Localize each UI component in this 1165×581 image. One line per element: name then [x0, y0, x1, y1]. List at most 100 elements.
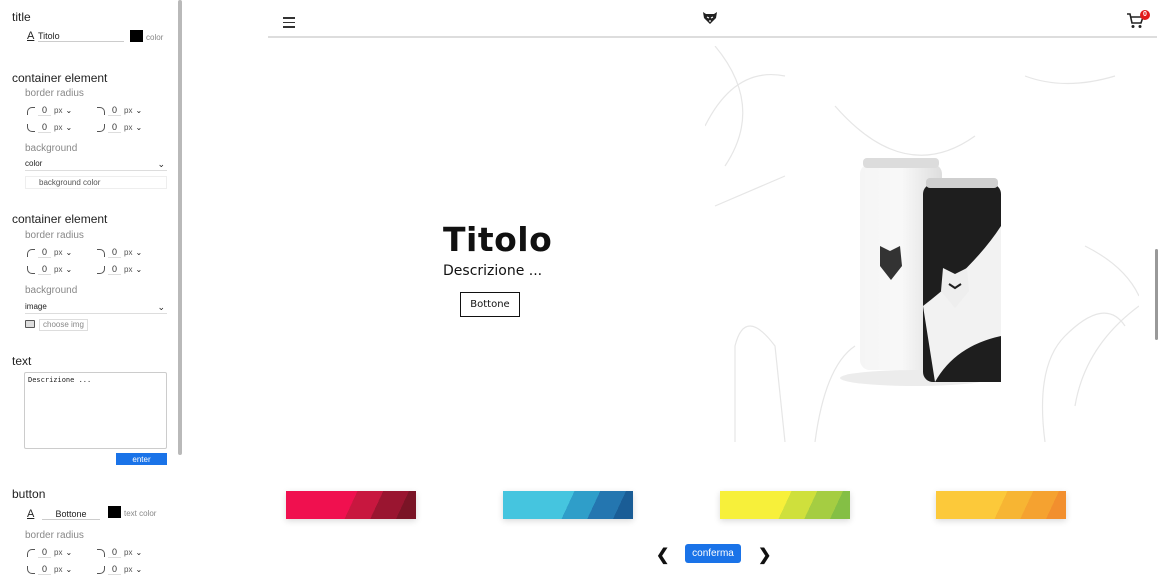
radius-top-right-input[interactable]: 0: [108, 105, 121, 116]
corner-bottom-left-icon: [27, 123, 35, 132]
border-radius-label: border radius: [25, 530, 84, 541]
main-scrollbar[interactable]: [1155, 249, 1158, 340]
font-icon[interactable]: A: [27, 30, 34, 42]
title-text-input[interactable]: Titolo: [38, 31, 124, 42]
border-radius-label: border radius: [25, 88, 84, 99]
button-text-input[interactable]: Bottone: [42, 509, 100, 520]
unit-select[interactable]: px: [54, 248, 62, 257]
hero-title: Titolo: [443, 220, 553, 259]
radius-row-bottom: 0 px ⌄ 0 px ⌄: [25, 122, 165, 136]
radius-top-right-input[interactable]: 0: [108, 547, 121, 558]
chevron-down-icon: ⌄: [65, 123, 73, 132]
background-select-value: image: [25, 302, 47, 311]
cart-count-badge: 0: [1140, 10, 1150, 20]
background-select-value: color: [25, 159, 43, 168]
hero-description: Descrizione ...: [443, 263, 543, 279]
corner-top-right-icon: [97, 106, 105, 115]
site-header: 0: [268, 0, 1157, 38]
tiger-logo-icon[interactable]: [702, 11, 718, 25]
background-select[interactable]: image ⌄: [25, 302, 167, 314]
choose-image-button[interactable]: choose img: [39, 319, 88, 331]
palette-option[interactable]: [936, 491, 1066, 519]
text-color-label: text color: [124, 509, 157, 518]
corner-top-right-icon: [97, 548, 105, 557]
section-text-heading: text: [12, 354, 32, 368]
hamburger-menu-icon[interactable]: [283, 17, 295, 31]
section-button-heading: button: [12, 487, 46, 501]
section-container-heading: container element: [12, 212, 108, 226]
unit-select[interactable]: px: [124, 106, 132, 115]
unit-select[interactable]: px: [54, 565, 62, 574]
chevron-left-icon[interactable]: ❮: [656, 545, 669, 565]
section-container-heading: container element: [12, 71, 108, 85]
unit-select[interactable]: px: [54, 265, 62, 274]
text-description-textarea[interactable]: Descrizione ...: [24, 372, 167, 449]
editor-panel: title A Titolo color container element b…: [0, 0, 176, 581]
unit-select[interactable]: px: [124, 248, 132, 257]
corner-bottom-left-icon: [27, 565, 35, 574]
corner-bottom-right-icon: [97, 565, 105, 574]
image-icon: [25, 320, 35, 328]
radius-row-top: 0 px ⌄ 0 px ⌄: [25, 105, 165, 119]
chevron-down-icon: ⌄: [135, 548, 143, 557]
background-color-picker[interactable]: background color: [25, 176, 167, 189]
radius-top-right-input[interactable]: 0: [108, 247, 121, 258]
radius-top-left-input[interactable]: 0: [38, 105, 51, 116]
cart-button[interactable]: 0: [1126, 10, 1150, 30]
panel-scrollbar[interactable]: [178, 0, 182, 455]
enter-button[interactable]: enter: [116, 453, 167, 465]
background-label: background: [25, 143, 78, 154]
title-color-swatch[interactable]: [130, 30, 143, 42]
border-radius-label: border radius: [25, 230, 84, 241]
unit-select[interactable]: px: [54, 106, 62, 115]
radius-bottom-left-input[interactable]: 0: [38, 264, 51, 275]
corner-top-left-icon: [27, 548, 35, 557]
chevron-down-icon: ⌄: [135, 265, 143, 274]
radius-row-top: 0 px ⌄ 0 px ⌄: [25, 247, 165, 261]
unit-select[interactable]: px: [124, 565, 132, 574]
radius-bottom-right-input[interactable]: 0: [108, 264, 121, 275]
title-color-label: color: [146, 33, 164, 42]
radius-top-left-input[interactable]: 0: [38, 247, 51, 258]
palette-option[interactable]: [720, 491, 850, 519]
palette-option[interactable]: [503, 491, 633, 519]
hero-button[interactable]: Bottone: [460, 292, 520, 317]
chevron-down-icon: ⌄: [65, 265, 73, 274]
chevron-down-icon: ⌄: [65, 565, 73, 574]
unit-select[interactable]: px: [124, 548, 132, 557]
chevron-down-icon: ⌄: [157, 159, 165, 169]
confirm-button[interactable]: conferma: [685, 544, 741, 563]
section-title-heading: title: [12, 10, 31, 24]
chevron-down-icon: ⌄: [135, 123, 143, 132]
corner-top-left-icon: [27, 248, 35, 257]
unit-select[interactable]: px: [124, 123, 132, 132]
palette-option[interactable]: [286, 491, 416, 519]
corner-bottom-left-icon: [27, 265, 35, 274]
chevron-down-icon: ⌄: [135, 248, 143, 257]
background-label: background: [25, 285, 78, 296]
chevron-down-icon: ⌄: [135, 565, 143, 574]
radius-bottom-left-input[interactable]: 0: [38, 564, 51, 575]
corner-top-right-icon: [97, 248, 105, 257]
radius-bottom-right-input[interactable]: 0: [108, 122, 121, 133]
background-select[interactable]: color ⌄: [25, 159, 167, 171]
corner-top-left-icon: [27, 106, 35, 115]
chevron-down-icon: ⌄: [65, 106, 73, 115]
radius-bottom-left-input[interactable]: 0: [38, 122, 51, 133]
radius-top-left-input[interactable]: 0: [38, 547, 51, 558]
font-icon[interactable]: A: [27, 508, 34, 520]
chevron-down-icon: ⌄: [135, 106, 143, 115]
radius-row-bottom: 0 px ⌄ 0 px ⌄: [25, 264, 165, 278]
chevron-down-icon: ⌄: [65, 548, 73, 557]
radius-row-top: 0 px ⌄ 0 px ⌄: [25, 547, 165, 561]
cans-product-image: [705, 46, 1139, 442]
radius-row-bottom: 0 px ⌄ 0 px ⌄: [25, 564, 165, 578]
button-text-color-swatch[interactable]: [108, 506, 121, 518]
chevron-down-icon: ⌄: [157, 302, 165, 312]
unit-select[interactable]: px: [54, 123, 62, 132]
chevron-right-icon[interactable]: ❯: [758, 545, 771, 565]
unit-select[interactable]: px: [54, 548, 62, 557]
radius-bottom-right-input[interactable]: 0: [108, 564, 121, 575]
unit-select[interactable]: px: [124, 265, 132, 274]
corner-bottom-right-icon: [97, 123, 105, 132]
